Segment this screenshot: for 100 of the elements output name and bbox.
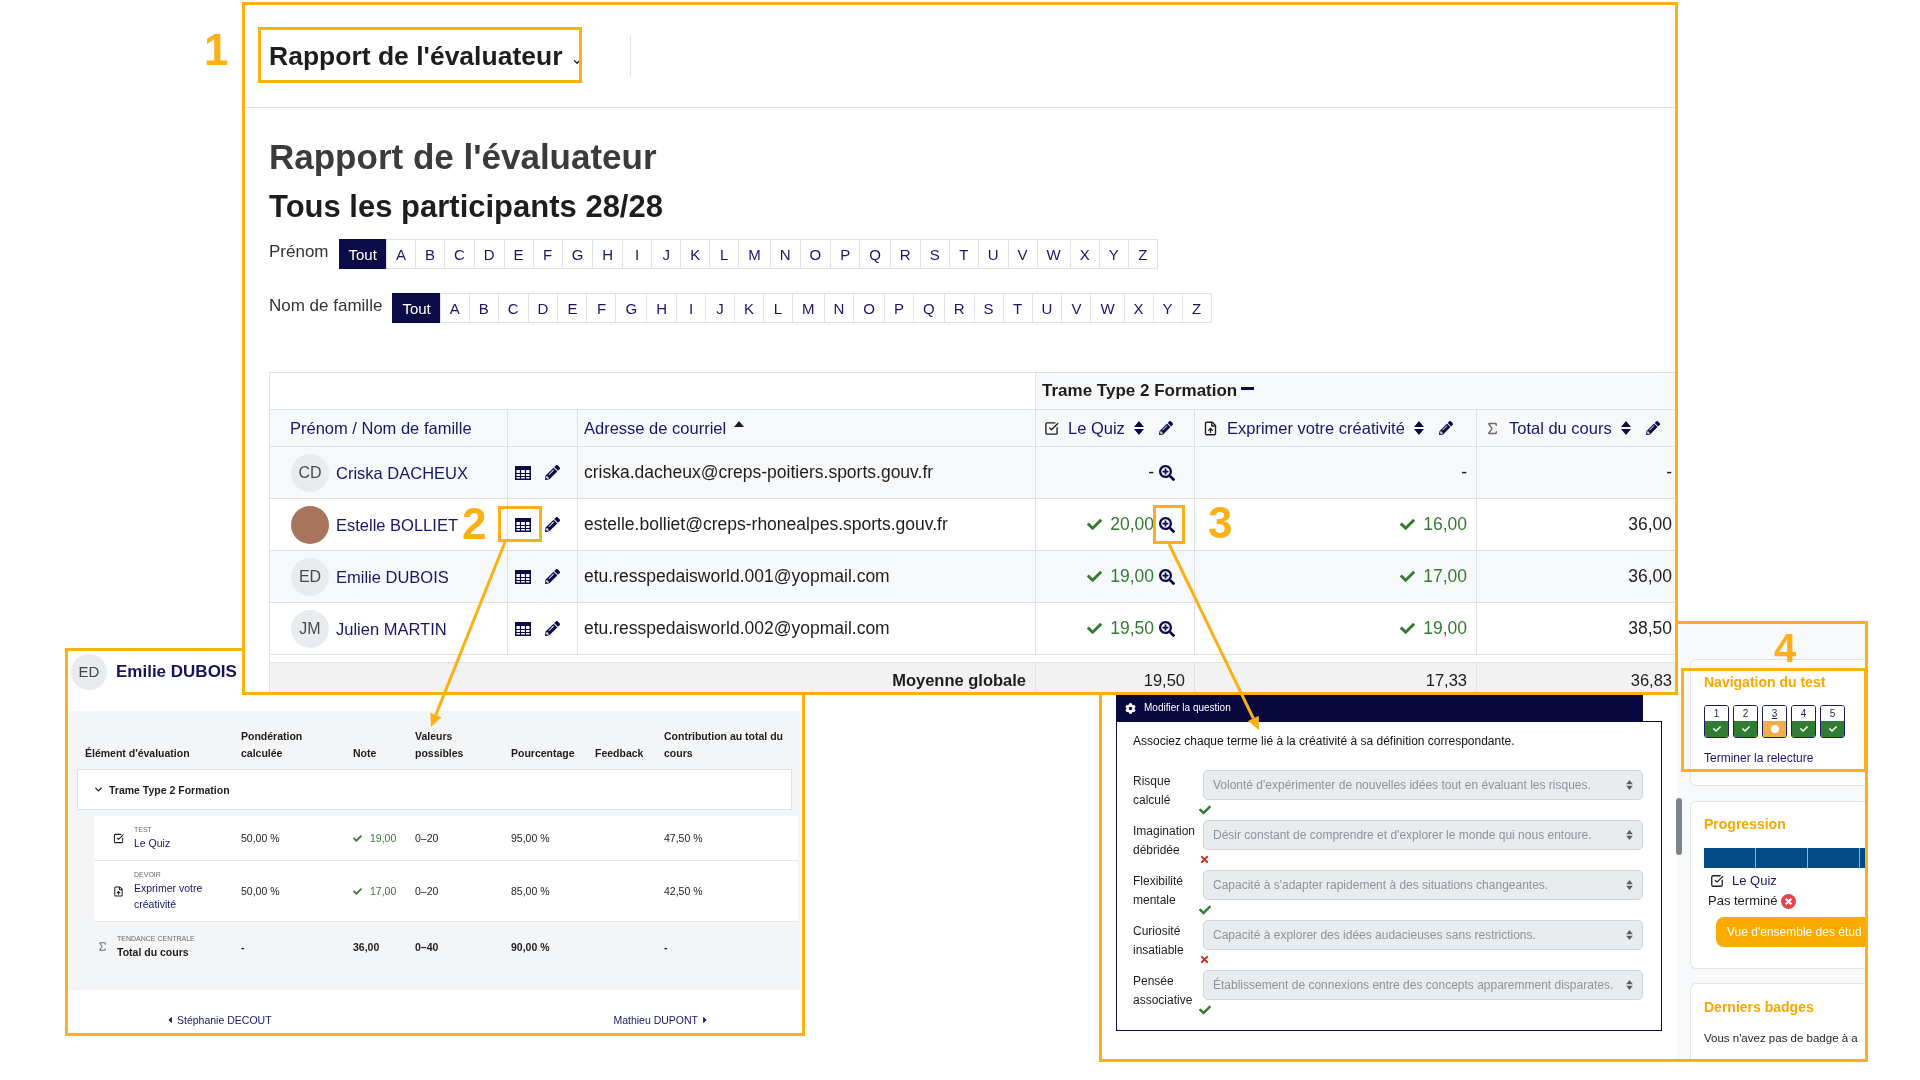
column-header[interactable]: Total du cours (1509, 418, 1612, 438)
previous-user-link[interactable]: Stéphanie DECOUT (167, 1013, 272, 1027)
column-header[interactable]: Le Quiz (1068, 418, 1125, 438)
initial-filter-button[interactable]: H (646, 293, 677, 323)
column-header[interactable]: Exprimer votre créativité (1227, 418, 1405, 438)
initial-filter-button[interactable]: X (1069, 239, 1100, 269)
sort-icon[interactable] (1133, 421, 1144, 435)
sort-ascending-icon[interactable] (734, 421, 745, 427)
grade-value: 16,00 (1423, 514, 1467, 535)
initial-filter-button[interactable]: O (853, 293, 885, 323)
pencil-icon[interactable] (545, 621, 560, 636)
table-icon[interactable] (515, 517, 531, 532)
question-header-title: Modifier la question (1144, 702, 1231, 714)
zoom-in-icon[interactable] (1159, 464, 1175, 481)
pencil-icon[interactable] (545, 465, 560, 480)
initial-filter-button[interactable]: D (473, 239, 505, 269)
initial-filter-button[interactable]: E (557, 293, 588, 323)
initial-filter-button[interactable]: J (705, 293, 735, 323)
initial-filter-button[interactable]: J (651, 239, 682, 269)
question-nav-button[interactable]: 5 (1820, 705, 1845, 738)
grade-value: - (1461, 462, 1467, 483)
initial-filter-button[interactable]: I (622, 239, 653, 269)
initial-filter-button[interactable]: R (889, 239, 921, 269)
initial-filter-button[interactable]: T (948, 239, 979, 269)
collapse-icon[interactable] (1241, 386, 1255, 390)
initial-filter-button[interactable]: R (943, 293, 975, 323)
initial-filter-button[interactable]: W (1090, 293, 1125, 323)
initial-filter-button[interactable]: V (1007, 239, 1038, 269)
initial-filter-button[interactable]: Q (859, 239, 891, 269)
question-nav-button[interactable]: 2 (1733, 705, 1758, 738)
initial-filter-button[interactable]: V (1061, 293, 1092, 323)
initial-filter-button[interactable]: X (1123, 293, 1154, 323)
pencil-icon[interactable] (545, 517, 560, 532)
table-icon[interactable] (515, 569, 531, 584)
settings-icon[interactable] (1125, 702, 1136, 714)
initial-filter-button[interactable]: G (615, 293, 648, 323)
initial-filter-button[interactable]: A (385, 239, 416, 269)
initial-filter-button[interactable]: U (977, 239, 1009, 269)
sort-icon[interactable] (1413, 421, 1424, 435)
initial-filter-button[interactable]: Y (1152, 293, 1183, 323)
user-name-link[interactable]: Estelle BOLLIET (336, 514, 458, 535)
initial-filter-button[interactable]: F (586, 293, 617, 323)
initial-filter-button[interactable]: P (830, 239, 861, 269)
next-user-link[interactable]: Mathieu DUPONT (613, 1013, 708, 1027)
pencil-icon[interactable] (545, 569, 560, 584)
email-cell: etu.resspedaisworld.001@yopmail.com (584, 566, 890, 587)
initial-filter-button[interactable]: K (680, 239, 711, 269)
column-header[interactable]: Adresse de courriel (584, 418, 727, 438)
initial-filter-button[interactable]: B (468, 293, 499, 323)
pencil-icon[interactable] (1158, 421, 1173, 435)
initial-filter-button[interactable]: E (503, 239, 534, 269)
initial-filter-button[interactable]: Tout (392, 293, 441, 323)
initial-filter-button[interactable]: C (443, 239, 475, 269)
initial-filter-button[interactable]: W (1036, 239, 1071, 269)
initial-filter-button[interactable]: Z (1127, 239, 1158, 269)
pencil-icon[interactable] (1645, 421, 1660, 435)
sort-icon[interactable] (1620, 421, 1631, 435)
initial-filter-button[interactable]: M (738, 239, 771, 269)
sigma-icon (1485, 420, 1500, 436)
initial-filter-button[interactable]: Y (1098, 239, 1129, 269)
initial-filter-button[interactable]: B (414, 239, 445, 269)
chevron-down-icon[interactable] (93, 784, 104, 795)
report-menu-dropdown[interactable]: Rapport de l'évaluateur (269, 40, 583, 72)
zoom-in-icon[interactable] (1159, 620, 1175, 637)
question-nav-button[interactable]: 3 (1762, 705, 1787, 738)
pencil-icon[interactable] (1438, 421, 1453, 435)
initial-filter-button[interactable]: F (532, 239, 563, 269)
zoom-in-icon[interactable] (1159, 568, 1175, 585)
initial-filter-button[interactable]: S (973, 293, 1004, 323)
initial-filter-button[interactable]: G (561, 239, 594, 269)
table-icon[interactable] (515, 621, 531, 636)
initial-filter-button[interactable]: Q (913, 293, 945, 323)
initial-filter-button[interactable]: I (676, 293, 706, 323)
user-name-link[interactable]: Criska DACHEUX (336, 462, 469, 483)
initial-filter-button[interactable]: Tout (338, 239, 387, 269)
table-icon[interactable] (515, 465, 531, 480)
initial-filter-button[interactable]: O (799, 239, 832, 269)
item-name-link[interactable]: Exprimer votre créativité (134, 880, 241, 912)
item-name-link[interactable]: Le Quiz (134, 835, 171, 851)
user-name-link[interactable]: Emilie DUBOIS (336, 566, 449, 587)
zoom-in-icon[interactable] (1159, 516, 1175, 533)
grade-value: 17,00 (370, 884, 397, 898)
initial-filter-button[interactable]: A (439, 293, 470, 323)
initial-filter-button[interactable]: M (792, 293, 825, 323)
initial-filter-button[interactable]: C (497, 293, 529, 323)
initial-filter-button[interactable]: L (763, 293, 793, 323)
initial-filter-button[interactable]: P (884, 293, 915, 323)
initial-filter-button[interactable]: S (919, 239, 950, 269)
initial-filter-button[interactable]: T (1002, 293, 1033, 323)
initial-filter-button[interactable]: H (592, 239, 624, 269)
scrollbar-thumb[interactable] (1676, 798, 1682, 855)
initial-filter-button[interactable]: N (769, 239, 801, 269)
initial-filter-button[interactable]: Z (1181, 293, 1212, 323)
column-header[interactable]: Prénom / Nom de famille (290, 418, 472, 438)
question-nav-button[interactable]: 4 (1791, 705, 1816, 738)
initial-filter-button[interactable]: L (709, 239, 740, 269)
finish-review-link[interactable]: Terminer la relecture (1704, 751, 1814, 765)
checkbox-icon (1044, 420, 1059, 436)
question-nav-button[interactable]: 1 (1704, 705, 1729, 738)
user-name-link[interactable]: Julien MARTIN (336, 618, 447, 639)
